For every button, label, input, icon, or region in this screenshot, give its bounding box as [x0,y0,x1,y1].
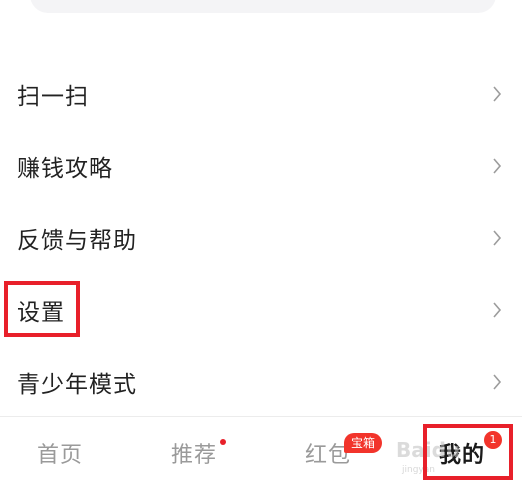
my-page-screen: 扫一扫 赚钱攻略 反馈与帮助 设置 青少年模式 首页 推荐 红包 宝箱 我的 1… [0,0,522,489]
top-card [30,0,496,13]
menu-item-scan[interactable]: 扫一扫 [0,58,522,130]
menu-item-label: 赚钱攻略 [17,156,113,182]
chevron-right-icon [492,86,502,102]
tab-mine[interactable]: 我的 1 [402,417,522,489]
menu-item-label: 反馈与帮助 [17,228,137,254]
treasure-box-badge: 宝箱 [344,433,383,453]
tab-red-packet[interactable]: 红包 宝箱 [268,417,388,489]
new-dot-badge [220,439,226,445]
notification-count-badge: 1 [484,431,502,449]
menu-item-feedback-help[interactable]: 反馈与帮助 [0,202,522,274]
tab-label: 我的 [438,443,485,468]
tab-label: 首页 [36,443,83,468]
menu-item-label: 扫一扫 [17,84,89,110]
chevron-right-icon [492,374,502,390]
chevron-right-icon [492,158,502,174]
tab-recommend[interactable]: 推荐 [134,417,254,489]
menu-item-label: 设置 [17,300,65,326]
chevron-right-icon [492,230,502,246]
menu-item-earning-guide[interactable]: 赚钱攻略 [0,130,522,202]
bottom-tab-bar: 首页 推荐 红包 宝箱 我的 1 [0,416,522,489]
tab-home[interactable]: 首页 [0,417,120,489]
settings-menu-list: 扫一扫 赚钱攻略 反馈与帮助 设置 青少年模式 [0,58,522,418]
chevron-right-icon [492,302,502,318]
menu-item-settings[interactable]: 设置 [0,274,522,346]
tab-label: 推荐 [170,443,217,468]
menu-item-teen-mode[interactable]: 青少年模式 [0,346,522,418]
menu-item-label: 青少年模式 [17,372,137,398]
